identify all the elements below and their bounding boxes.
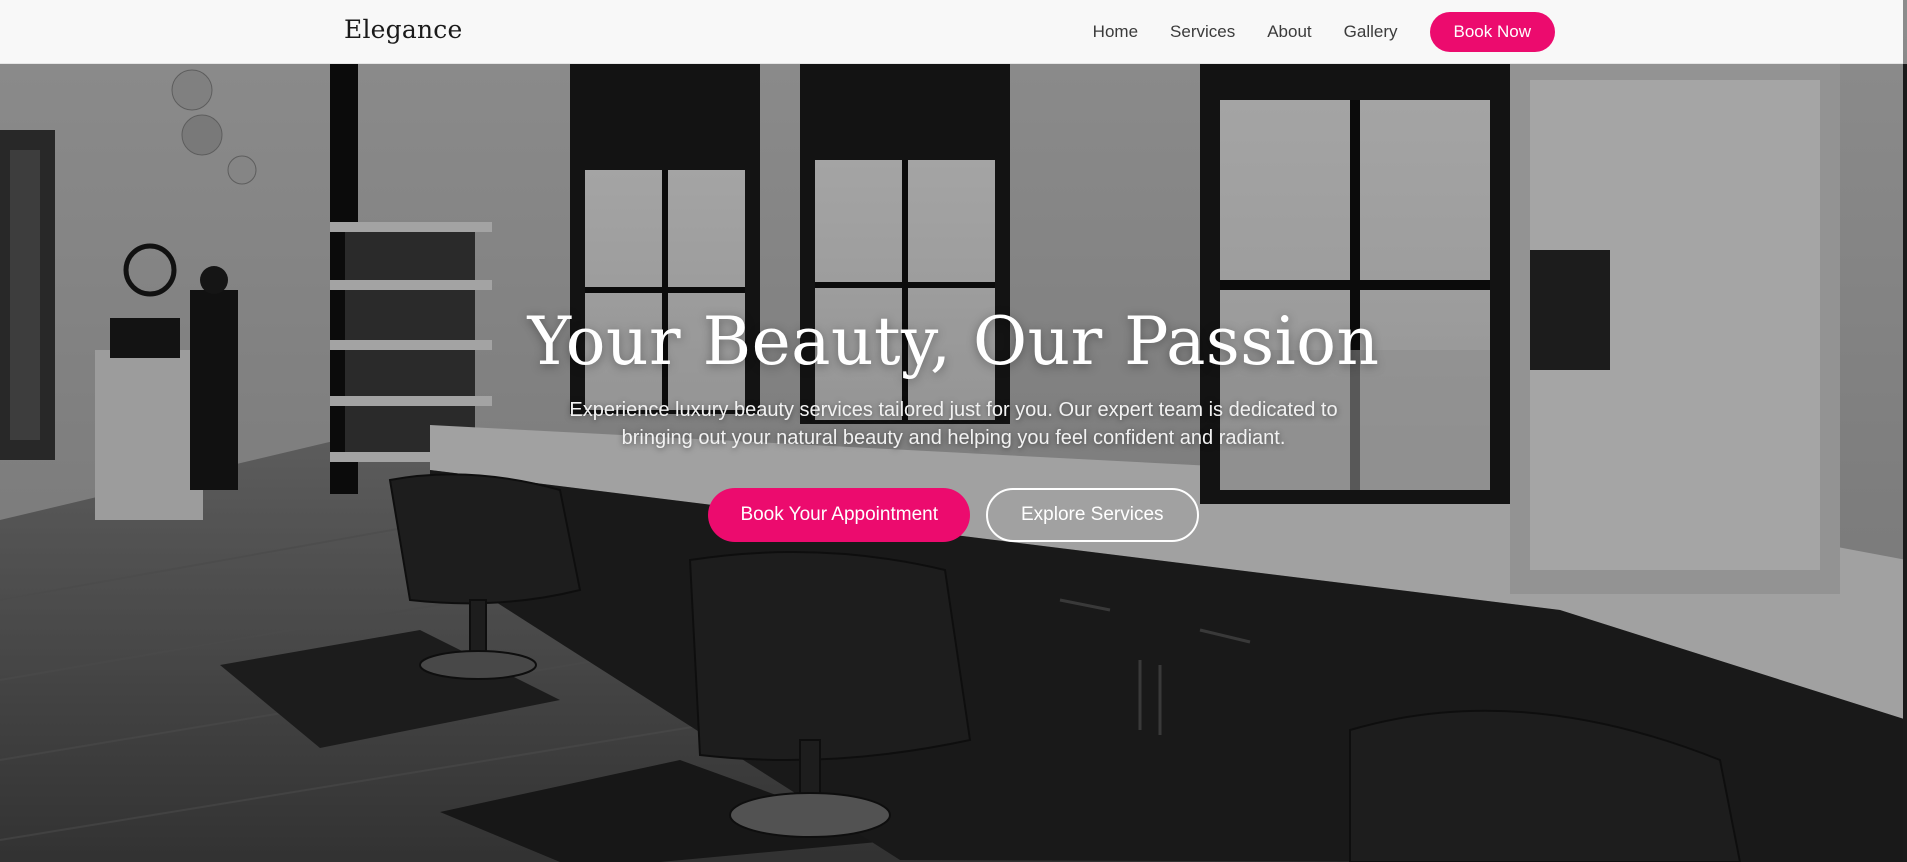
nav-link-gallery[interactable]: Gallery: [1344, 12, 1398, 52]
site-logo[interactable]: Elegance: [344, 15, 462, 44]
nav-links: Home Services About Gallery Book Now: [1093, 12, 1555, 52]
hero-subtitle: Experience luxury beauty services tailor…: [569, 399, 1338, 449]
nav-link-services[interactable]: Services: [1170, 12, 1235, 52]
hero-buttons: Book Your Appointment Explore Services: [0, 488, 1907, 542]
nav-link-home[interactable]: Home: [1093, 12, 1138, 52]
nav-link-about[interactable]: About: [1267, 12, 1311, 52]
hero-section: Your Beauty, Our Passion Experience luxu…: [0, 300, 1907, 542]
landing-page: Elegance Home Services About Gallery Boo…: [0, 0, 1907, 862]
hero-title: Your Beauty, Our Passion: [527, 303, 1380, 380]
book-now-button[interactable]: Book Now: [1429, 12, 1555, 52]
book-appointment-button[interactable]: Book Your Appointment: [708, 488, 970, 542]
navbar: Elegance Home Services About Gallery Boo…: [0, 0, 1903, 64]
explore-services-button[interactable]: Explore Services: [985, 488, 1199, 542]
